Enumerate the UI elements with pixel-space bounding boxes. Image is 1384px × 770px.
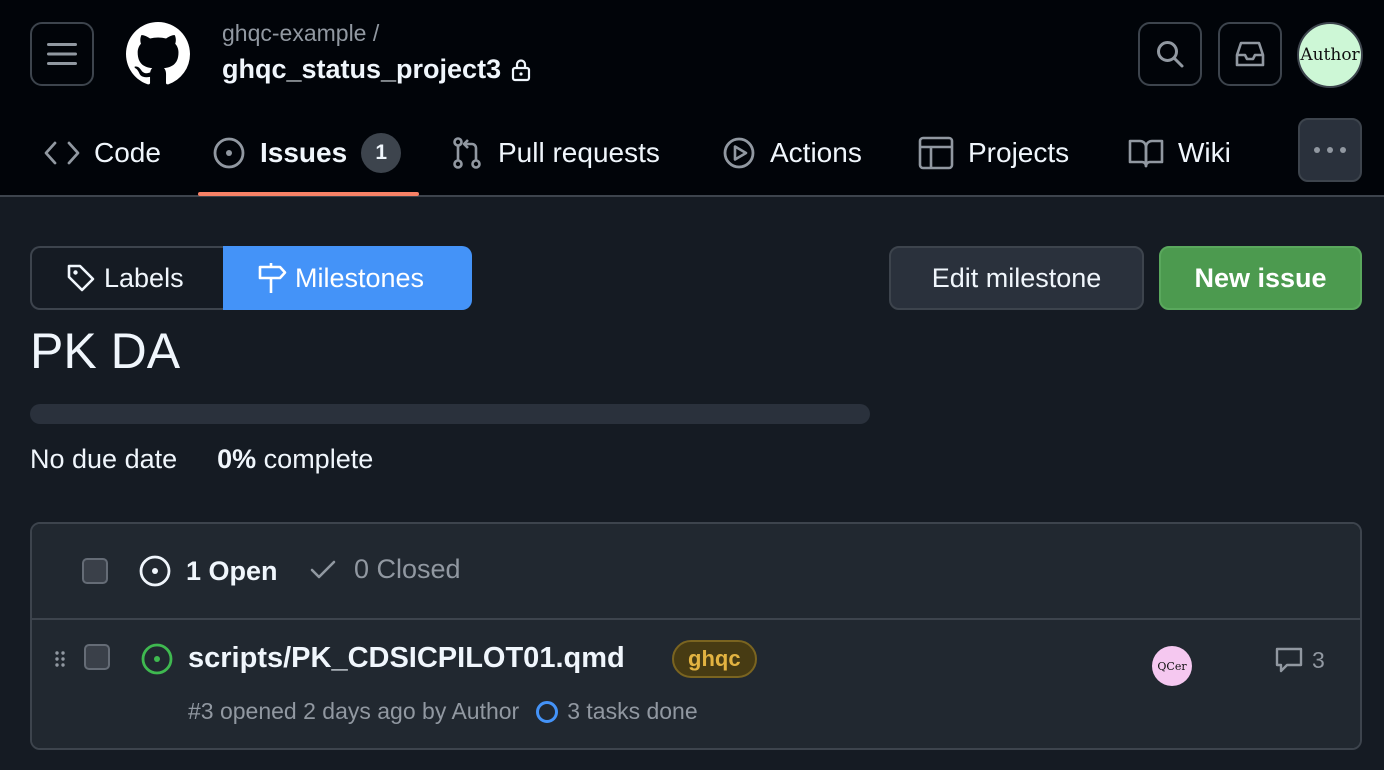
repo-name[interactable]: ghqc_status_project3 (222, 54, 531, 85)
play-icon (723, 137, 755, 169)
milestone-progress-bar (30, 404, 870, 424)
comment-icon (1275, 647, 1303, 673)
issue-list-header: 1 Open 0 Closed (32, 524, 1360, 620)
comment-count: 3 (1312, 646, 1325, 673)
due-date-text: No due date (30, 444, 178, 474)
tab-issues[interactable]: Issues 1 (212, 110, 402, 196)
drag-handle-icon[interactable] (54, 650, 66, 668)
task-progress-text: 3 tasks done (567, 698, 698, 724)
repo-name-label[interactable]: ghqc_status_project3 (222, 54, 501, 85)
milestone-title: PK DA (30, 323, 181, 379)
comments-link[interactable]: 3 (1274, 646, 1325, 674)
tab-projects-label: Projects (968, 137, 1070, 168)
completion-percent: 0% (217, 444, 257, 474)
inbox-button[interactable] (1218, 22, 1282, 86)
tab-projects[interactable]: Projects (918, 110, 1069, 196)
tab-wiki-label: Wiki (1178, 137, 1231, 168)
issue-meta: #3 opened 2 days ago by Author 3 tasks d… (188, 698, 698, 725)
tab-pull-requests-label: Pull requests (498, 137, 660, 168)
more-tabs-button[interactable] (1298, 118, 1362, 182)
book-icon (1128, 139, 1164, 168)
tab-wiki[interactable]: Wiki (1128, 110, 1231, 196)
labels-milestones-subnav: Labels Milestones (30, 246, 472, 310)
tab-actions[interactable]: Actions (722, 110, 862, 196)
select-all-checkbox[interactable] (82, 558, 108, 584)
open-issues-filter[interactable]: 1 Open (138, 554, 278, 588)
check-icon (310, 560, 336, 578)
issue-label-ghqc[interactable]: ghqc (672, 640, 757, 678)
hamburger-icon (47, 43, 77, 65)
tab-pull-requests[interactable]: Pull requests (450, 110, 660, 196)
issue-meta-text: #3 opened 2 days ago by Author (188, 698, 520, 724)
issue-row[interactable]: scripts/PK_CDSICPILOT01.qmd ghqc #3 open… (32, 620, 1360, 748)
git-pull-request-icon (453, 137, 481, 169)
closed-issues-filter[interactable]: 0 Closed (310, 554, 461, 585)
labels-button[interactable]: Labels (30, 246, 223, 310)
repo-nav: Code Issues 1 Pull requests Actions Proj… (0, 110, 1384, 196)
issue-checkbox[interactable] (84, 644, 110, 670)
new-issue-button[interactable]: New issue (1159, 246, 1362, 310)
tab-code-label: Code (94, 137, 161, 168)
menu-button[interactable] (30, 22, 94, 86)
app-header: ghqc-example / ghqc_status_project3 Auth… (0, 0, 1384, 197)
milestone-icon (258, 263, 287, 293)
milestones-button-label: Milestones (295, 262, 425, 293)
issue-opened-icon (213, 137, 245, 169)
tag-icon (67, 264, 95, 292)
completion-text: 0% complete (217, 444, 373, 475)
lock-icon (511, 58, 531, 81)
milestones-button[interactable]: Milestones (223, 246, 472, 310)
inbox-icon (1235, 41, 1265, 67)
table-icon (918, 136, 954, 170)
repo-owner-link[interactable]: ghqc-example / (222, 20, 379, 47)
search-icon (1157, 41, 1184, 68)
task-progress: 3 tasks done (535, 698, 698, 725)
closed-issues-label: 0 Closed (354, 554, 461, 584)
tab-actions-label: Actions (770, 137, 862, 168)
edit-milestone-button[interactable]: Edit milestone (889, 246, 1144, 310)
issue-opened-icon (141, 643, 173, 675)
completion-label: complete (263, 444, 374, 474)
issue-title-link[interactable]: scripts/PK_CDSICPILOT01.qmd (188, 642, 625, 675)
tab-issues-label: Issues (260, 137, 348, 168)
github-logo-icon[interactable] (126, 22, 190, 86)
user-avatar[interactable]: Author (1297, 22, 1363, 88)
search-button[interactable] (1138, 22, 1202, 86)
selected-tab-underline (198, 192, 419, 196)
assignee-avatar[interactable]: QCer (1152, 646, 1192, 686)
issue-list: 1 Open 0 Closed scripts/PK_CDSICPILOT01.… (30, 522, 1362, 750)
code-icon (44, 141, 80, 165)
milestone-meta: No due date 0% complete (30, 444, 373, 475)
task-progress-circle-icon (536, 700, 559, 723)
labels-button-label: Labels (104, 262, 184, 293)
issues-count-badge: 1 (361, 133, 402, 173)
kebab-horizontal-icon (1314, 147, 1346, 153)
tab-code[interactable]: Code (44, 110, 161, 196)
open-issues-label: 1 Open (186, 555, 278, 586)
issue-opened-icon (139, 555, 171, 587)
